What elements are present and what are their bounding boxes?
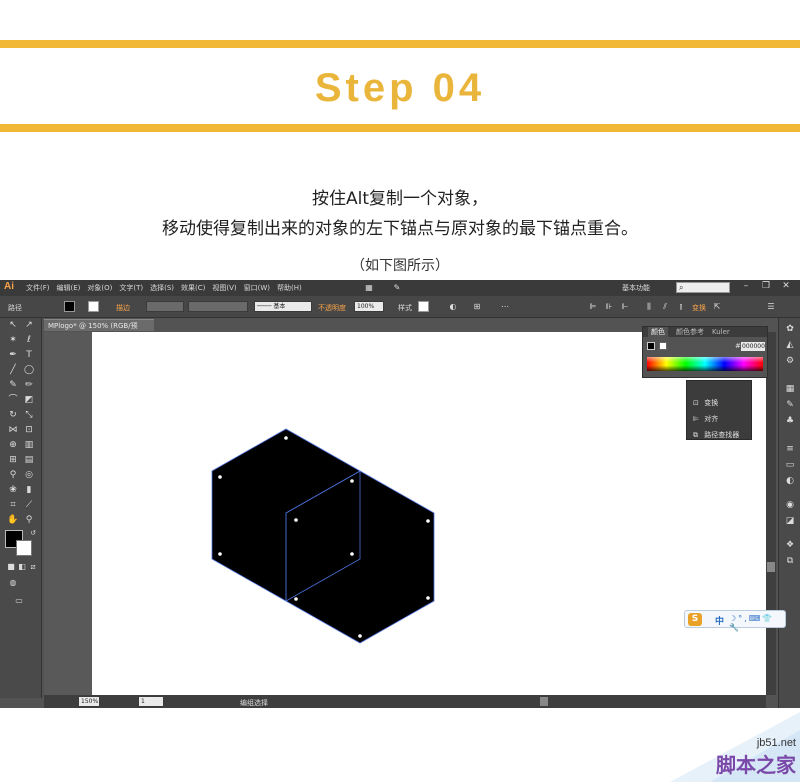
ime-tool-icons[interactable]: ☽°,⌨👕🔧	[729, 614, 785, 632]
instruction-line-1: 按住Alt复制一个对象，	[311, 189, 489, 209]
artboard-number-field[interactable]: 1	[138, 696, 164, 707]
horizontal-scroll-thumb[interactable]	[540, 697, 548, 706]
tab-color-guide[interactable]: 颜色参考	[676, 327, 704, 337]
zoom-field[interactable]: 150%	[78, 696, 100, 707]
transparency-icon[interactable]: ◐	[783, 474, 797, 488]
panel-dock: ✿ ◭ ⚙ ▦ ✎ ♣ ≡ ▭ ◐ ◉ ◪ ❖ ⧉	[778, 318, 800, 708]
swatches-icon[interactable]: ▦	[783, 382, 797, 396]
hex-value-field[interactable]: 000000	[741, 342, 765, 351]
panel-item-transform-label: 变换	[704, 399, 719, 407]
vertical-scroll-thumb[interactable]	[767, 562, 775, 572]
tab-color[interactable]: 颜色	[648, 327, 668, 337]
transform-align-pathfinder-panel: ⊡ 变换 ⊫ 对齐 ⧉ 路径查找器	[686, 380, 752, 440]
top-accent-bar	[0, 40, 800, 48]
instruction-line-2: 移动使得复制出来的对象的左下锚点与原对象的最下锚点重合。	[162, 219, 638, 239]
transform-icon: ⊡	[693, 399, 699, 407]
gradient-icon[interactable]: ▭	[783, 458, 797, 472]
watermark: jb51.net 脚本之家	[716, 737, 796, 778]
watermark-name: 脚本之家	[716, 753, 796, 777]
color-panel: 颜色 颜色参考 Kuler # 000000	[642, 326, 768, 378]
hex-hash-label: #	[735, 342, 741, 350]
align-icon: ⊫	[693, 415, 700, 423]
panel-item-pathfinder[interactable]: ⧉ 路径查找器	[693, 430, 739, 440]
color-panel-icon[interactable]: ✿	[783, 322, 797, 336]
pathfinder-icon: ⧉	[693, 431, 698, 439]
panel-item-transform[interactable]: ⊡ 变换	[693, 398, 718, 408]
tab-kuler[interactable]: Kuler	[712, 327, 730, 337]
current-tool-label: 编组选择	[240, 699, 268, 707]
step-title: Step 04	[314, 66, 486, 110]
graphic-styles-icon[interactable]: ◪	[783, 514, 797, 528]
ime-logo: S	[688, 613, 702, 626]
vertical-scrollbar[interactable]	[766, 332, 776, 695]
panel-item-align-label: 对齐	[704, 415, 719, 423]
watermark-url: jb51.net	[756, 737, 796, 749]
panel-item-align[interactable]: ⊫ 对齐	[693, 414, 718, 424]
layers-icon[interactable]: ❖	[783, 538, 797, 552]
color-panel-tabs: 颜色 颜色参考 Kuler	[643, 327, 767, 337]
panel-item-pathfinder-label: 路径查找器	[704, 431, 740, 439]
symbols-icon[interactable]: ♣	[783, 414, 797, 428]
artboards-icon[interactable]: ⧉	[783, 554, 797, 568]
panel-white-swatch[interactable]	[659, 342, 667, 350]
appearance-icon[interactable]: ◉	[783, 498, 797, 512]
ime-language-toggle[interactable]: 中	[715, 614, 724, 627]
color-spectrum[interactable]	[647, 357, 763, 371]
ime-toolbar[interactable]: S 中 ☽°,⌨👕🔧	[684, 610, 786, 632]
bottom-accent-bar	[0, 124, 800, 132]
panel-fill-swatch[interactable]	[647, 342, 655, 350]
illustrator-window: Ai 文件(F) 编辑(E) 对象(O) 文字(T) 选择(S) 效果(C) 视…	[0, 280, 800, 708]
figure-note: （如下图所示）	[351, 258, 449, 274]
kuler-icon[interactable]: ⚙	[783, 354, 797, 368]
brushes-icon[interactable]: ✎	[783, 398, 797, 412]
color-guide-icon[interactable]: ◭	[783, 338, 797, 352]
status-bar: 150% 1 编组选择	[44, 695, 766, 708]
stroke-icon[interactable]: ≡	[783, 442, 797, 456]
